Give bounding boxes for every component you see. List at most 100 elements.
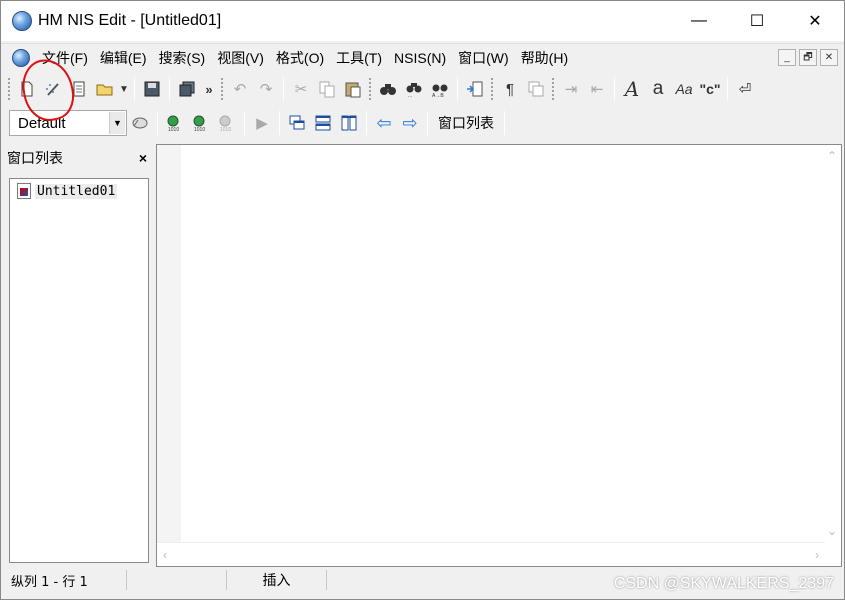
- compile-run-icon[interactable]: 1010: [188, 110, 214, 136]
- secondary-toolbar: Default ▼ 1010 1010 1010 ▶ ⇦ ⇨ 窗口列表: [5, 107, 841, 139]
- highlighter-settings-icon[interactable]: [127, 110, 153, 136]
- arrow-left-icon[interactable]: ⇦: [371, 110, 397, 136]
- menu-nsis[interactable]: NSIS(N): [394, 48, 446, 68]
- find-icon[interactable]: [375, 76, 401, 102]
- highlighter-select[interactable]: Default ▼: [9, 110, 127, 136]
- scroll-down-icon[interactable]: ⌄: [827, 524, 837, 538]
- window-list: Untitled01: [9, 178, 149, 563]
- copy-icon[interactable]: [314, 76, 340, 102]
- svg-text:1010: 1010: [220, 127, 231, 132]
- editor-gutter: [157, 145, 181, 542]
- horizontal-scrollbar[interactable]: ‹ ›: [157, 542, 825, 566]
- multi-window-icon[interactable]: [523, 76, 549, 102]
- font-style-icon[interactable]: Aa: [671, 76, 697, 102]
- menu-window[interactable]: 窗口(W): [458, 46, 509, 70]
- paste-icon[interactable]: [340, 76, 366, 102]
- app-globe-icon: [12, 11, 32, 31]
- nsis-file-icon: [17, 183, 31, 199]
- menu-tools[interactable]: 工具(T): [336, 46, 382, 70]
- scroll-up-icon[interactable]: ⌃: [827, 149, 837, 163]
- toolbar-more-icon[interactable]: »: [200, 76, 218, 102]
- template-icon[interactable]: [66, 76, 92, 102]
- open-folder-icon[interactable]: [92, 76, 118, 102]
- menu-help[interactable]: 帮助(H): [521, 46, 568, 70]
- toolbar-separator: [727, 77, 728, 101]
- lowercase-icon[interactable]: a: [645, 76, 671, 102]
- font-icon[interactable]: A: [619, 76, 645, 102]
- menu-view[interactable]: 视图(V): [217, 46, 264, 70]
- toolbar-separator: [427, 111, 428, 135]
- redo-icon[interactable]: ↷: [253, 76, 279, 102]
- stop-compile-icon[interactable]: 1010: [214, 110, 240, 136]
- list-item[interactable]: Untitled01: [17, 182, 148, 200]
- save-icon[interactable]: [139, 76, 165, 102]
- wizard-icon[interactable]: [40, 76, 66, 102]
- scroll-left-icon[interactable]: ‹: [163, 548, 167, 562]
- svg-text:A→B: A→B: [432, 93, 444, 98]
- svg-text:1010: 1010: [168, 127, 179, 132]
- minimize-button[interactable]: —: [670, 1, 728, 41]
- open-dropdown-arrow-icon[interactable]: ▼: [118, 76, 130, 102]
- scroll-right-icon[interactable]: ›: [815, 548, 819, 562]
- run-icon[interactable]: ▶: [249, 110, 275, 136]
- toolbar-grip[interactable]: [551, 77, 555, 101]
- insert-file-icon[interactable]: [462, 76, 488, 102]
- toolbar-separator: [614, 77, 615, 101]
- window-title: HM NIS Edit - [Untitled01]: [38, 12, 222, 29]
- tile-vertical-icon[interactable]: [336, 110, 362, 136]
- panel-title: 窗口列表: [7, 150, 63, 166]
- cut-icon[interactable]: ✂: [288, 76, 314, 102]
- chevron-down-icon[interactable]: ▼: [109, 112, 125, 134]
- window-controls: — ☐ ✕: [670, 1, 844, 41]
- paragraph-icon[interactable]: ¶: [497, 76, 523, 102]
- toolbar-grip[interactable]: [220, 77, 224, 101]
- mdi-controls: _ 🗗 ✕: [778, 49, 838, 66]
- indent-icon[interactable]: ⇥: [558, 76, 584, 102]
- cascade-icon[interactable]: [284, 110, 310, 136]
- menu-edit[interactable]: 编辑(E): [100, 46, 147, 70]
- mdi-restore-button[interactable]: 🗗: [799, 49, 817, 66]
- arrow-right-icon[interactable]: ⇨: [397, 110, 423, 136]
- toolbar-separator: [169, 77, 170, 101]
- word-wrap-icon[interactable]: ⏎: [732, 76, 758, 102]
- toolbar-separator: [157, 111, 158, 135]
- outdent-icon[interactable]: ⇤: [584, 76, 610, 102]
- watermark: CSDN @SKYWALKERS_2397: [613, 575, 834, 592]
- menu-format[interactable]: 格式(O): [276, 46, 324, 70]
- toolbar-separator: [366, 111, 367, 135]
- menu-file[interactable]: 文件(F): [42, 46, 88, 70]
- status-cell-empty: [127, 570, 227, 590]
- toolbar-separator: [504, 111, 505, 135]
- editor-area[interactable]: ⌃ ⌄ ‹ ›: [156, 144, 842, 567]
- tile-horizontal-icon[interactable]: [310, 110, 336, 136]
- svg-text:...: ...: [408, 93, 412, 98]
- toolbar-grip[interactable]: [7, 77, 11, 101]
- save-all-icon[interactable]: [174, 76, 200, 102]
- close-button[interactable]: ✕: [786, 1, 844, 41]
- toolbar-grip[interactable]: [368, 77, 372, 101]
- list-item-label: Untitled01: [35, 183, 118, 199]
- maximize-button[interactable]: ☐: [728, 1, 786, 41]
- toolbar-separator: [134, 77, 135, 101]
- title-bar: HM NIS Edit - [Untitled01] — ☐ ✕: [1, 1, 844, 41]
- vertical-scrollbar[interactable]: ⌃ ⌄: [823, 145, 841, 542]
- panel-close-icon[interactable]: ×: [139, 150, 147, 166]
- main-toolbar: ▼ » ↶ ↷ ✂ ... A→B ¶ ⇥ ⇤ A a Aa "c" ⏎: [5, 73, 841, 105]
- undo-icon[interactable]: ↶: [227, 76, 253, 102]
- replace-icon[interactable]: A→B: [427, 76, 453, 102]
- menu-bar: 文件(F) 编辑(E) 搜索(S) 视图(V) 格式(O) 工具(T) NSIS…: [1, 43, 844, 71]
- mdi-close-button[interactable]: ✕: [820, 49, 838, 66]
- find-next-icon[interactable]: ...: [401, 76, 427, 102]
- document-menu-icon[interactable]: [12, 48, 30, 67]
- string-icon[interactable]: "c": [697, 76, 723, 102]
- menu-search[interactable]: 搜索(S): [159, 46, 206, 70]
- toolbar-separator: [283, 77, 284, 101]
- mdi-minimize-button[interactable]: _: [778, 49, 796, 66]
- compile-icon[interactable]: 1010: [162, 110, 188, 136]
- window-list-panel: 窗口列表 × Untitled01: [3, 144, 153, 567]
- cursor-position: 纵列 1 - 行 1: [1, 570, 127, 590]
- toolbar-grip[interactable]: [490, 77, 494, 101]
- window-list-button[interactable]: 窗口列表: [432, 110, 500, 136]
- app-window: HM NIS Edit - [Untitled01] — ☐ ✕ 文件(F) 编…: [0, 0, 845, 600]
- new-file-icon[interactable]: [14, 76, 40, 102]
